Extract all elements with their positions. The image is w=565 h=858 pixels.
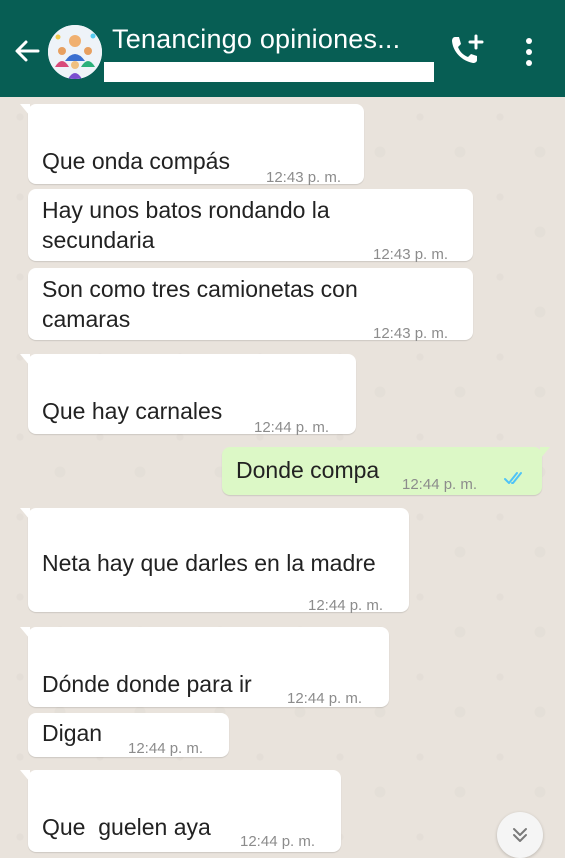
message-text: Dónde donde para ir bbox=[42, 671, 252, 697]
message-time: 12:44 p. m. bbox=[254, 419, 330, 436]
message-bubble[interactable]: Neta hay que darles en la madre 12:44 p.… bbox=[20, 508, 409, 614]
chat-title[interactable]: Tenancingo opiniones... bbox=[112, 24, 400, 55]
add-call-icon bbox=[452, 34, 484, 63]
message-time: 12:43 p. m. bbox=[373, 246, 449, 263]
scroll-to-bottom-button[interactable] bbox=[497, 812, 543, 858]
group-people-icon bbox=[48, 25, 102, 79]
message-time: 12:44 p. m. bbox=[402, 476, 478, 493]
message-bubble[interactable]: Son como tres camionetas con camaras 12:… bbox=[28, 268, 473, 342]
menu-button[interactable] bbox=[520, 36, 538, 68]
message-time: 12:44 p. m. bbox=[287, 690, 363, 707]
bubble-tail bbox=[20, 354, 30, 366]
message-text: Que hay carnales bbox=[42, 398, 223, 424]
bubble-tail bbox=[540, 447, 550, 459]
double-check-icon bbox=[504, 472, 522, 484]
message-bubble[interactable]: Que hay carnales 12:44 p. m. bbox=[20, 354, 356, 436]
message-time: 12:44 p. m. bbox=[308, 597, 384, 614]
chat-header: Tenancingo opiniones... bbox=[0, 0, 565, 97]
bubble-tail bbox=[20, 627, 30, 639]
add-call-button[interactable] bbox=[448, 33, 486, 67]
message-bubble[interactable]: Digan 12:44 p. m. bbox=[28, 713, 229, 757]
bubble-tail bbox=[20, 770, 30, 782]
chevron-double-down-icon bbox=[513, 828, 527, 842]
more-vertical-icon bbox=[526, 38, 532, 66]
message-bubble[interactable]: Que guelen aya 12:44 p. m. bbox=[20, 770, 341, 852]
group-avatar[interactable] bbox=[48, 25, 102, 79]
message-text-line: secundaria bbox=[42, 227, 155, 253]
arrow-left-icon bbox=[15, 40, 40, 62]
message-text-line: Son como tres camionetas con bbox=[42, 276, 358, 302]
message-text: Que onda compás bbox=[42, 148, 230, 174]
bubble-tail bbox=[20, 104, 30, 116]
message-time: 12:44 p. m. bbox=[240, 833, 316, 850]
message-text: Que guelen aya bbox=[42, 814, 211, 840]
message-text: Neta hay que darles en la madre bbox=[42, 550, 376, 576]
message-text-line: Hay unos batos rondando la bbox=[42, 197, 330, 223]
message-bubble[interactable]: Dónde donde para ir 12:44 p. m. bbox=[20, 627, 389, 707]
bubble-tail bbox=[20, 508, 30, 520]
message-bubble-outgoing[interactable]: Donde compa 12:44 p. m. bbox=[222, 447, 550, 495]
message-bubble[interactable]: Hay unos batos rondando la secundaria 12… bbox=[28, 189, 473, 263]
message-text: Digan bbox=[42, 720, 103, 746]
chat-subtitle bbox=[104, 62, 434, 82]
message-text: Donde compa bbox=[236, 457, 380, 483]
message-time: 12:43 p. m. bbox=[373, 325, 449, 342]
message-time: 12:44 p. m. bbox=[128, 740, 204, 757]
message-text-line: camaras bbox=[42, 306, 131, 332]
message-bubble[interactable]: Que onda compás 12:43 p. m. bbox=[20, 104, 364, 186]
back-button[interactable] bbox=[12, 34, 42, 68]
